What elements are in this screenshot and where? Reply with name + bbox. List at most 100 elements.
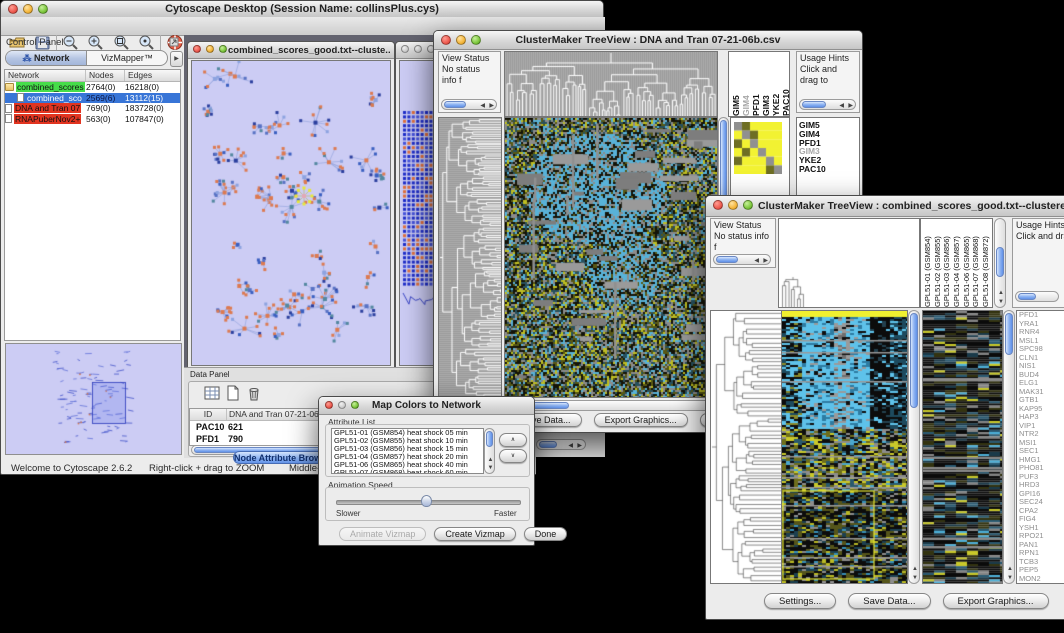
network-name: RNAPuberNov2+ <box>14 114 81 124</box>
network-row[interactable]: combined_sco 2569(6) 13112(15) <box>5 93 180 104</box>
tv2-button[interactable]: Export Graphics... <box>943 593 1049 609</box>
close-icon[interactable] <box>713 200 723 210</box>
minimize-icon[interactable] <box>206 45 214 53</box>
attribute-list: GPL51-01 (GSM854) heat shock 05 minGPL51… <box>331 428 484 474</box>
tv2-row-dendrogram[interactable] <box>710 310 782 584</box>
move-down-button[interactable]: ∨ <box>499 449 527 463</box>
column-label[interactable]: YKE2 <box>771 52 781 116</box>
tv2-labels-vscroll[interactable]: ▲▼ <box>994 218 1006 308</box>
background <box>536 457 706 633</box>
status-zoom-hint: Right-click + drag to ZOOM <box>149 463 264 474</box>
tv2-heatmap-vscroll[interactable]: ▲▼ <box>908 310 920 584</box>
tv1-status-scroll[interactable]: ◀▶ <box>441 99 497 110</box>
float-panel-icon[interactable] <box>169 37 179 47</box>
tv1-column-labels: GIM5GIM4PFD1GIM3YKE2PAC10 <box>728 51 790 117</box>
column-label[interactable]: GIM3 <box>761 52 771 116</box>
id-header: ID <box>190 409 227 420</box>
network-row[interactable]: combined_scores 2764(0) 16218(0) <box>5 82 180 93</box>
birdseye-view[interactable] <box>6 344 181 454</box>
tv2-hints-scroll[interactable] <box>1015 291 1059 302</box>
close-icon[interactable] <box>401 45 409 53</box>
zoom-in-icon[interactable] <box>86 34 105 51</box>
tv1-heatmap[interactable] <box>504 117 718 398</box>
attribute-item[interactable]: GPL51-07 (GSM868) heat shock 60 min <box>332 469 483 474</box>
gene-label[interactable]: MON2 <box>1017 575 1064 584</box>
window-title: Cytoscape Desktop (Session Name: collins… <box>1 3 603 15</box>
move-up-button[interactable]: ∧ <box>499 433 527 447</box>
column-label[interactable]: GPL51-07 (GSM868) <box>971 219 980 307</box>
tv2-buttons: Settings... Save Data... Export Graphics..… <box>764 593 1049 609</box>
tv1-view-status: View StatusNo status info f ◀▶ <box>438 51 501 113</box>
col-nodes: Nodes <box>86 70 125 81</box>
network-tree-rows: combined_scores 2764(0) 16218(0) combine… <box>5 82 180 124</box>
column-label[interactable]: GPL51-08 (GSM872) <box>981 219 990 307</box>
column-label[interactable]: GIM4 <box>741 52 751 116</box>
column-label[interactable]: GPL51-02 (GSM855) <box>933 219 942 307</box>
speed-slider-thumb[interactable] <box>421 495 432 507</box>
tv1-title: ClusterMaker TreeView : DNA and Tran 07-… <box>434 34 862 46</box>
tv2-gene-list: PFD1YRA1RNR4MSL1SPC98CLN1NIS1BUD4ELG1MAK… <box>1016 310 1064 584</box>
attribute-grid-icon[interactable] <box>204 385 220 401</box>
new-attribute-icon[interactable] <box>225 385 241 401</box>
slower-label: Slower <box>336 509 360 518</box>
window-controls <box>713 200 753 210</box>
tv1-usage-hints: Usage HintsClick and drag to ◀▶ <box>796 51 860 113</box>
tab-network[interactable]: ⁂ Network <box>6 51 87 65</box>
network-row[interactable]: DNA and Tran 07 769(0) 183728(0) <box>5 103 180 114</box>
network-tree-table: Network Nodes Edges combined_scores 2764… <box>4 69 181 341</box>
minimize-icon[interactable] <box>728 200 738 210</box>
status-welcome: Welcome to Cytoscape 2.6.2 <box>11 463 132 474</box>
gene-id: PFD1 <box>196 434 228 444</box>
tv2-zoom-vscroll[interactable]: ▲▼ <box>1003 310 1015 584</box>
network-canvas[interactable] <box>191 60 391 366</box>
network-edges-count: 183728(0) <box>125 103 180 113</box>
column-label[interactable]: GPL51-01 (GSM854) <box>923 219 932 307</box>
tv2-view-status: View StatusNo status info f ◀▶ <box>710 218 776 268</box>
tv2-button[interactable]: Save Data... <box>848 593 930 609</box>
control-panel-title: Control Panel <box>6 37 64 48</box>
column-label[interactable]: GIM5 <box>731 52 741 116</box>
minimize-icon[interactable] <box>414 45 422 53</box>
tv1-button[interactable]: Export Graphics... <box>594 413 688 427</box>
data-panel-title: Data Panel <box>190 370 230 379</box>
tab-vizmapper[interactable]: VizMapper™ <box>87 51 167 65</box>
attribute-list-vscroll[interactable]: ▲▼ <box>484 428 495 474</box>
dialog-button[interactable]: Create Vizmap <box>434 527 515 541</box>
tv1-titlebar[interactable]: ClusterMaker TreeView : DNA and Tran 07-… <box>434 31 862 50</box>
network-edges-count: 13112(15) <box>125 93 180 103</box>
tv2-heatmap-zoom[interactable] <box>922 310 1003 584</box>
zoom-fit-icon[interactable] <box>112 34 131 51</box>
tv2-column-dendrogram[interactable] <box>778 218 920 308</box>
network-window1-titlebar[interactable]: combined_scores_good.txt--cluste... <box>188 42 394 59</box>
zoom-out-icon[interactable] <box>61 34 80 51</box>
gene-label[interactable]: PAC10 <box>797 165 859 174</box>
dialog-button[interactable]: Animate Vizmap <box>339 527 426 541</box>
tv1-summary-matrix[interactable] <box>734 122 782 174</box>
birdseye-panel <box>5 343 182 455</box>
tv2-status-scroll[interactable]: ◀▶ <box>713 254 771 265</box>
tv2-heatmap-main[interactable] <box>781 310 908 584</box>
close-icon[interactable] <box>193 45 201 53</box>
delete-attribute-icon[interactable] <box>246 385 262 401</box>
tv2-titlebar[interactable]: ClusterMaker TreeView : combined_scores_… <box>706 196 1064 217</box>
column-label[interactable]: GPL51-03 (GSM856) <box>942 219 951 307</box>
zoom-selected-icon[interactable] <box>137 34 156 51</box>
tv1-row-dendrogram[interactable] <box>438 117 502 398</box>
main-titlebar[interactable]: Cytoscape Desktop (Session Name: collins… <box>1 1 603 18</box>
tv2-button[interactable]: Settings... <box>764 593 836 609</box>
tv1-column-dendrogram[interactable] <box>504 51 718 117</box>
network-row[interactable]: RNAPuberNov2+ 563(0) 107847(0) <box>5 114 180 125</box>
dialog-button[interactable]: Done <box>524 527 568 541</box>
column-label[interactable]: GPL51-04 (GSM857) <box>952 219 961 307</box>
tv1-hints-scroll[interactable]: ◀▶ <box>799 99 856 110</box>
zoom-window-icon[interactable] <box>219 45 227 53</box>
tab-overflow-arrow[interactable]: ▶ <box>170 51 183 67</box>
column-label[interactable]: PAC10 <box>781 52 790 116</box>
dialog-titlebar[interactable]: Map Colors to Network <box>319 397 534 415</box>
desktop-hscroll[interactable]: ◀▶ <box>536 439 586 450</box>
network-table-header: Network Nodes Edges <box>5 70 180 82</box>
column-label[interactable]: GPL51-06 (GSM865) <box>962 219 971 307</box>
tv2-column-labels: GPL51-01 (GSM854)GPL51-02 (GSM855)GPL51-… <box>920 218 993 308</box>
zoom-window-icon[interactable] <box>743 200 753 210</box>
column-label[interactable]: PFD1 <box>751 52 761 116</box>
